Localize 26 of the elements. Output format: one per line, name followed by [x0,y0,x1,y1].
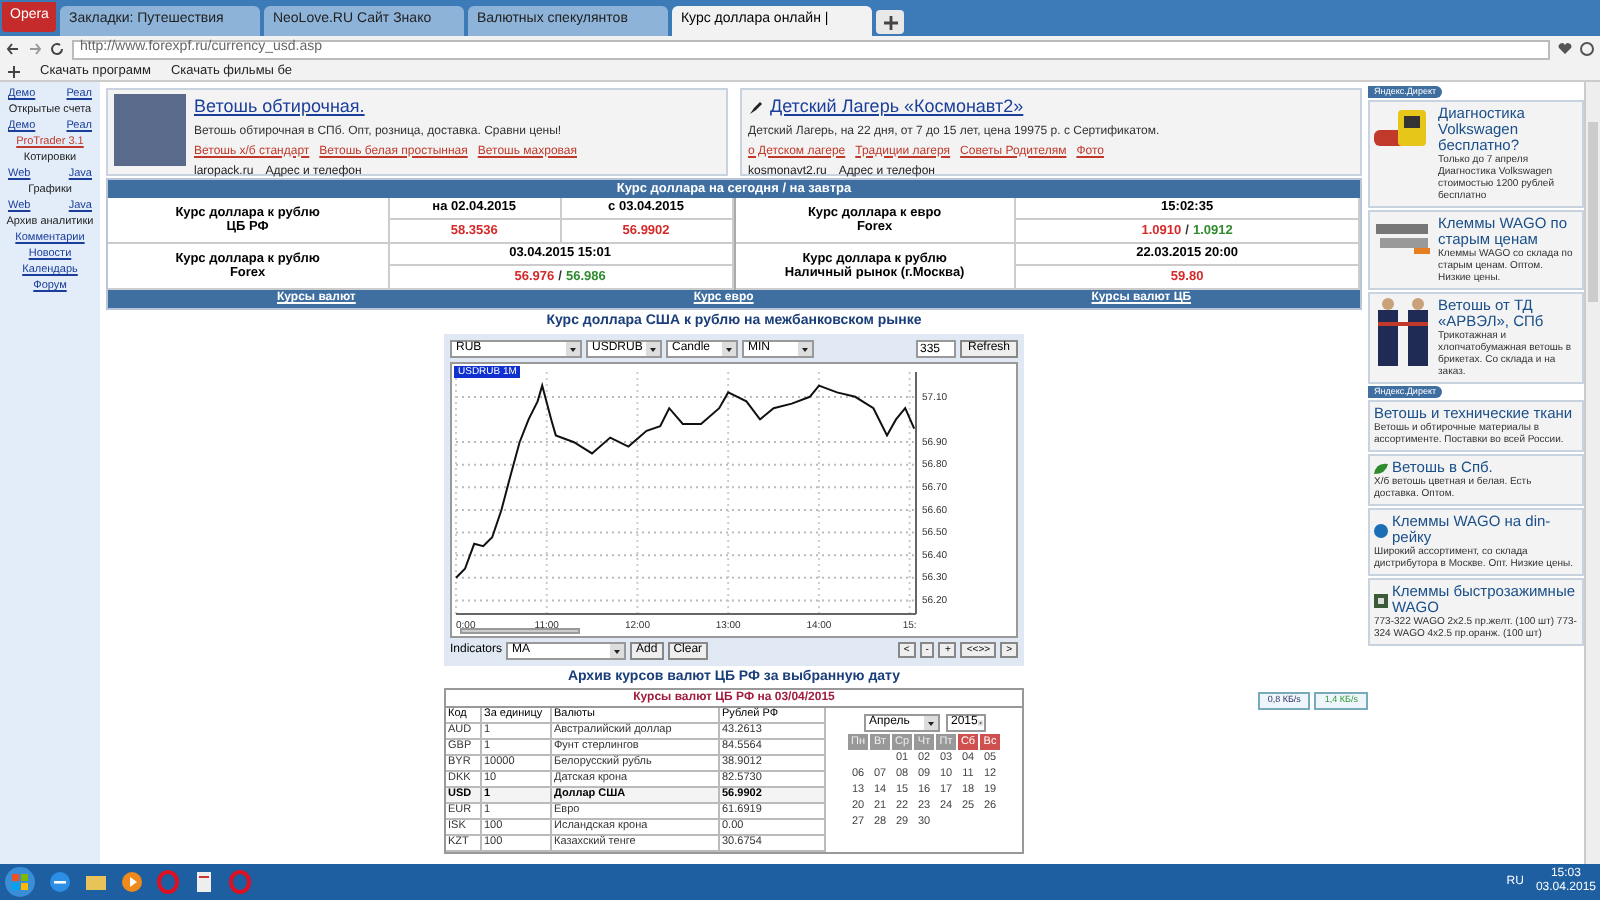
workers-icon [1374,298,1434,366]
square-logo-icon [1374,593,1388,607]
heart-icon[interactable] [1558,42,1572,56]
plus-icon [883,15,898,29]
start-button-icon[interactable] [4,866,36,898]
dropdown-arrow-icon [566,341,580,355]
chart-scrollbar[interactable] [460,627,580,633]
rags-photo-placeholder [114,94,186,166]
dropdown-arrow-icon [923,716,937,730]
scrollbar[interactable] [1584,82,1600,864]
ad-title-link[interactable]: Ветошь обтирочная. [194,94,365,121]
new-tab-button[interactable] [876,10,905,34]
media-play-icon[interactable] [120,870,144,894]
dropdown-arrow-icon [722,341,736,355]
ad-title-link[interactable]: Детский Лагерь «Космонавт2» [770,94,1024,121]
forward-icon[interactable] [28,42,42,56]
back-icon[interactable] [6,42,20,56]
leaf-icon [1374,461,1388,475]
folder-icon[interactable] [84,870,108,894]
plus-icon[interactable] [8,65,20,77]
reload-icon[interactable] [50,42,64,56]
dropdown-arrow-icon [610,643,625,657]
dropdown-arrow-icon [977,716,983,730]
dropdown-arrow-icon [646,341,660,355]
dropdown-arrow-icon [798,341,812,355]
document-icon[interactable] [192,870,216,894]
